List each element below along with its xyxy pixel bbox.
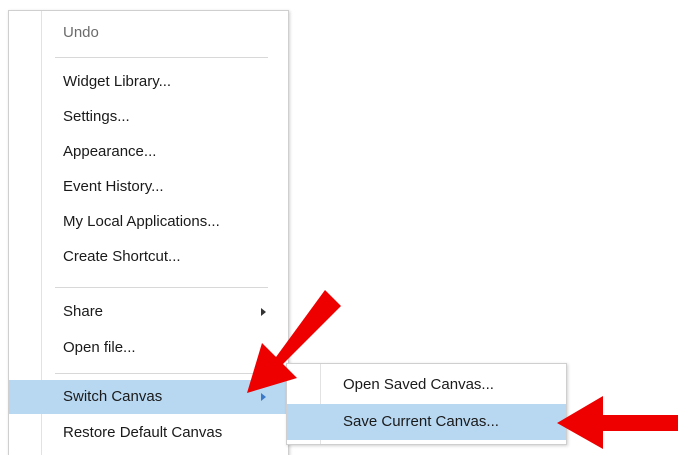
context-menu: Undo Widget Library... Settings... Appea… [8,10,289,455]
switch-canvas-submenu: Open Saved Canvas... Save Current Canvas… [286,363,567,445]
menu-item-switch-canvas-label: Switch Canvas [63,388,163,405]
menu-separator [55,287,268,288]
annotation-arrow-icon [557,396,678,449]
menu-separator [55,373,268,374]
menu-item-my-local-applications[interactable]: My Local Applications... [9,205,288,239]
menu-separator [55,57,268,58]
submenu-item-open-saved-canvas[interactable]: Open Saved Canvas... [287,367,566,403]
menu-item-event-history[interactable]: Event History... [9,170,288,204]
menu-item-settings[interactable]: Settings... [9,100,288,134]
menu-item-create-shortcut[interactable]: Create Shortcut... [9,240,288,274]
submenu-arrow-icon [261,393,266,401]
menu-item-share[interactable]: Share [9,295,288,329]
menu-item-share-label: Share [63,303,104,320]
menu-item-undo[interactable]: Undo [9,16,288,50]
menu-item-open-file[interactable]: Open file... [9,331,288,365]
menu-item-switch-canvas[interactable]: Switch Canvas [9,380,288,414]
submenu-arrow-icon [261,308,266,316]
menu-item-restore-default-canvas[interactable]: Restore Default Canvas [9,416,288,450]
menu-item-appearance[interactable]: Appearance... [9,135,288,169]
menu-item-widget-library[interactable]: Widget Library... [9,65,288,99]
submenu-item-save-current-canvas[interactable]: Save Current Canvas... [287,404,566,440]
screenshot-stage: Undo Widget Library... Settings... Appea… [0,0,679,455]
